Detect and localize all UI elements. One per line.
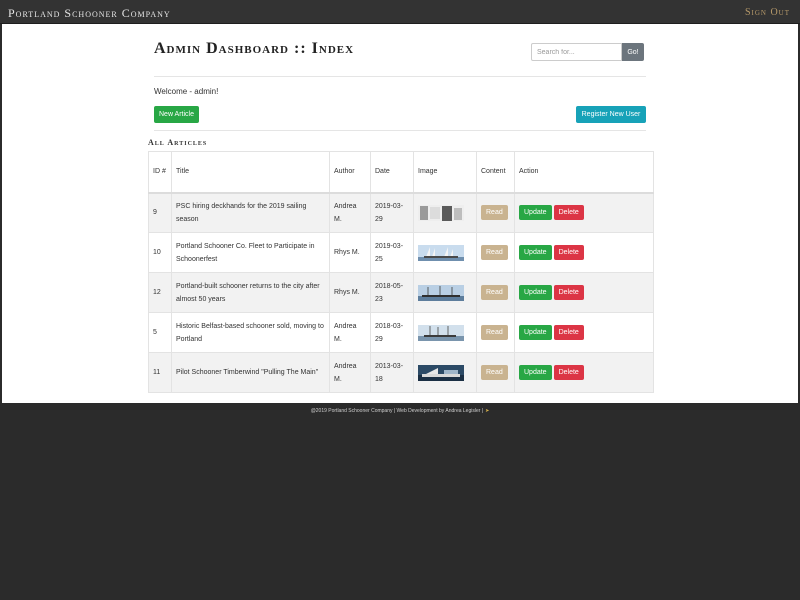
cell-action: Update Delete xyxy=(514,272,654,313)
cell-date: 2019-03-29 xyxy=(370,192,414,233)
cell-date: 2019-03-25 xyxy=(370,232,414,273)
delete-button[interactable]: Delete xyxy=(553,365,584,380)
divider xyxy=(154,76,646,77)
cell-content: Read xyxy=(476,352,515,393)
article-thumbnail-image xyxy=(418,204,464,221)
cell-content: Read xyxy=(476,192,515,233)
cell-title: Pilot Schooner Timberwind "Pulling The M… xyxy=(171,352,330,393)
cell-id: 5 xyxy=(148,312,172,353)
table-header-row: ID # Title Author Date Image Content Act… xyxy=(148,151,654,194)
cell-title: Portland Schooner Co. Fleet to Participa… xyxy=(171,232,330,273)
cell-date: 2018-05-23 xyxy=(370,272,414,313)
update-button[interactable]: Update xyxy=(519,285,552,300)
cell-image xyxy=(413,312,477,353)
article-thumbnail-image xyxy=(418,284,464,301)
footer: @2019 Portland Schooner Company | Web De… xyxy=(0,408,800,414)
cell-action: Update Delete xyxy=(514,352,654,393)
top-navbar: Portland Schooner Company Sign Out xyxy=(0,0,800,24)
update-button[interactable]: Update xyxy=(519,245,552,260)
read-button[interactable]: Read xyxy=(481,325,508,340)
delete-button[interactable]: Delete xyxy=(553,285,584,300)
cell-content: Read xyxy=(476,272,515,313)
update-button[interactable]: Update xyxy=(519,325,552,340)
cell-content: Read xyxy=(476,312,515,353)
sign-out-link[interactable]: Sign Out xyxy=(745,7,790,18)
delete-button[interactable]: Delete xyxy=(553,325,584,340)
cell-author: Andrea M. xyxy=(329,352,371,393)
column-header-title: Title xyxy=(171,151,330,194)
cell-image xyxy=(413,352,477,393)
read-button[interactable]: Read xyxy=(481,245,508,260)
cell-author: Andrea M. xyxy=(329,192,371,233)
read-button[interactable]: Read xyxy=(481,365,508,380)
read-button[interactable]: Read xyxy=(481,205,508,221)
cell-title: Portland-built schooner returns to the c… xyxy=(171,272,330,313)
divider xyxy=(154,130,646,131)
cell-title: Historic Belfast-based schooner sold, mo… xyxy=(171,312,330,353)
register-new-user-button[interactable]: Register New User xyxy=(576,106,646,123)
delete-button[interactable]: Delete xyxy=(553,205,584,221)
cell-author: Rhys M. xyxy=(329,272,371,313)
cell-author: Rhys M. xyxy=(329,232,371,273)
new-article-button[interactable]: New Article xyxy=(154,106,200,123)
article-thumbnail-image xyxy=(418,364,464,381)
column-header-date: Date xyxy=(370,151,414,194)
update-button[interactable]: Update xyxy=(519,365,552,380)
search-go-button[interactable]: Go! xyxy=(622,43,644,61)
cell-action: Update Delete xyxy=(514,312,654,353)
brand-logo-text[interactable]: Portland Schooner Company xyxy=(8,6,171,21)
cell-action: Update Delete xyxy=(514,192,654,233)
article-thumbnail-image xyxy=(418,324,464,341)
articles-table: ID # Title Author Date Image Content Act… xyxy=(148,151,654,393)
table-row: 12 Portland-built schooner returns to th… xyxy=(148,272,654,313)
cell-content: Read xyxy=(476,232,515,273)
cell-id: 10 xyxy=(148,232,172,273)
cell-image xyxy=(413,192,477,233)
column-header-image: Image xyxy=(413,151,477,194)
column-header-action: Action xyxy=(514,151,654,194)
search-input[interactable] xyxy=(531,43,622,61)
cell-id: 11 xyxy=(148,352,172,393)
cell-action: Update Delete xyxy=(514,232,654,273)
page-title: Admin Dashboard :: Index xyxy=(154,40,355,57)
cell-author: Andrea M. xyxy=(329,312,371,353)
sign-in-icon[interactable]: ➤ xyxy=(485,408,489,414)
table-row: 5 Historic Belfast-based schooner sold, … xyxy=(148,312,654,353)
column-header-author: Author xyxy=(329,151,371,194)
cell-title: PSC hiring deckhands for the 2019 sailin… xyxy=(171,192,330,233)
read-button[interactable]: Read xyxy=(481,285,508,300)
table-row: 9 PSC hiring deckhands for the 2019 sail… xyxy=(148,192,654,233)
cell-date: 2018-03-29 xyxy=(370,312,414,353)
cell-id: 12 xyxy=(148,272,172,313)
footer-text: @2019 Portland Schooner Company | Web De… xyxy=(310,408,484,414)
delete-button[interactable]: Delete xyxy=(553,245,584,260)
article-thumbnail-image xyxy=(418,244,464,261)
column-header-content: Content xyxy=(476,151,515,194)
cell-date: 2013-03-18 xyxy=(370,352,414,393)
section-title-all-articles: All Articles xyxy=(148,138,208,147)
column-header-id: ID # xyxy=(148,151,172,194)
cell-id: 9 xyxy=(148,192,172,233)
table-row: 11 Pilot Schooner Timberwind "Pulling Th… xyxy=(148,352,654,393)
cell-image xyxy=(413,232,477,273)
main-content-panel: Admin Dashboard :: Index Go! Welcome - a… xyxy=(2,24,798,403)
cell-image xyxy=(413,272,477,313)
welcome-message: Welcome - admin! xyxy=(154,87,219,96)
table-row: 10 Portland Schooner Co. Fleet to Partic… xyxy=(148,232,654,273)
update-button[interactable]: Update xyxy=(519,205,552,221)
